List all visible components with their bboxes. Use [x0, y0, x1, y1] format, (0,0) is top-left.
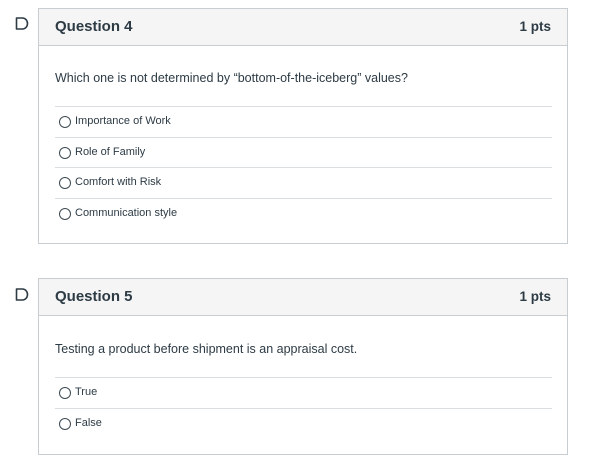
answer-option[interactable]: False	[55, 407, 552, 439]
answer-option[interactable]: Comfort with Risk	[55, 167, 552, 198]
radio-empty-icon[interactable]	[59, 417, 71, 430]
answer-list: True False	[55, 377, 552, 438]
question-header: Question 5 1 pts	[39, 279, 567, 316]
question-5-card: Question 5 1 pts Testing a product befor…	[38, 278, 568, 455]
radio-empty-icon[interactable]	[59, 387, 71, 399]
radio-empty-icon[interactable]	[59, 177, 71, 189]
answer-label[interactable]: Communication style	[75, 207, 177, 219]
question-4-card: Question 4 1 pts Which one is not determ…	[38, 8, 568, 244]
answer-option[interactable]: Role of Family	[55, 136, 552, 168]
answer-option[interactable]: True	[55, 377, 552, 408]
question-text: Testing a product before shipment is an …	[55, 342, 358, 356]
radio-empty-icon[interactable]	[59, 207, 71, 220]
question-points: 1 pts	[519, 289, 551, 304]
question-points: 1 pts	[519, 19, 551, 34]
answer-option[interactable]: Importance of Work	[55, 106, 552, 137]
answer-label[interactable]: True	[75, 386, 97, 398]
question-header: Question 4 1 pts	[39, 9, 567, 46]
answer-label[interactable]: Importance of Work	[75, 115, 171, 127]
answer-option[interactable]: Communication style	[55, 197, 552, 229]
question-title: Question 4	[55, 18, 133, 35]
question-text: Which one is not determined by “bottom-o…	[55, 71, 408, 85]
radio-empty-icon[interactable]	[59, 116, 71, 128]
answer-label[interactable]: Comfort with Risk	[75, 176, 161, 188]
answer-list: Importance of Work Role of Family Comfor…	[55, 106, 552, 228]
flag-question-icon[interactable]	[15, 288, 29, 301]
question-title: Question 5	[55, 288, 133, 305]
flag-question-icon[interactable]	[15, 17, 29, 30]
answer-label[interactable]: Role of Family	[75, 146, 145, 158]
answer-label[interactable]: False	[75, 417, 102, 429]
radio-empty-icon[interactable]	[59, 146, 71, 159]
